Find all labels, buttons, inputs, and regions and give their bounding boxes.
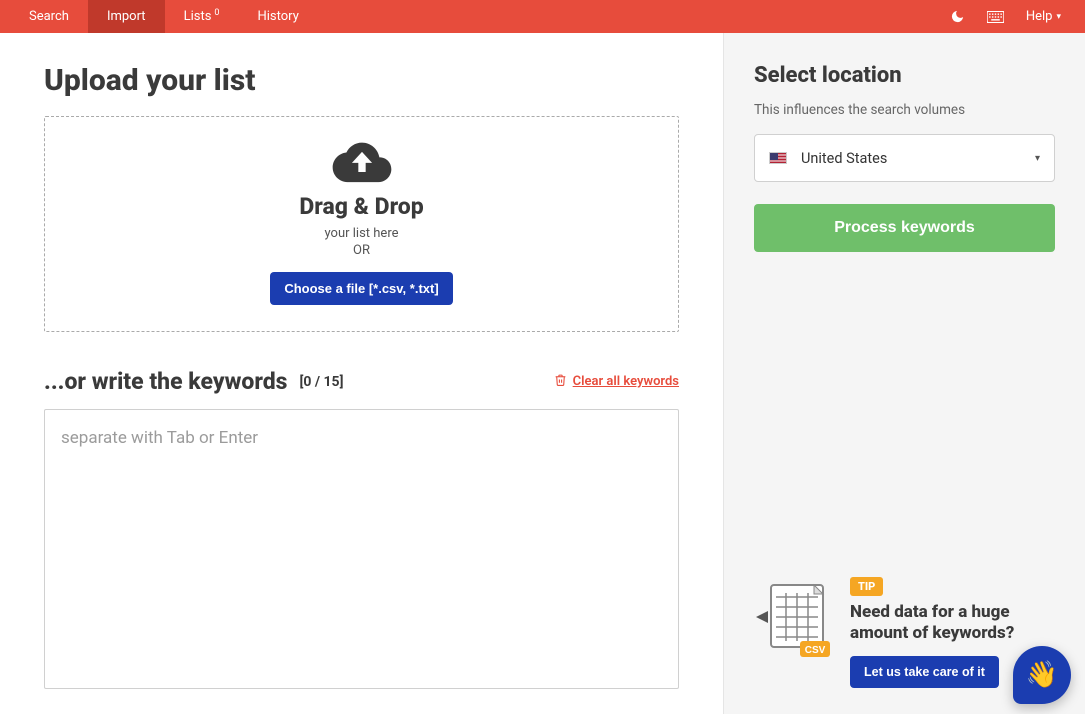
tip-badge: TIP (850, 577, 883, 596)
process-keywords-button[interactable]: Process keywords (754, 204, 1055, 252)
tip-cta-button[interactable]: Let us take care of it (850, 656, 999, 688)
choose-file-label: Choose a file [*.csv, *.txt] (284, 281, 438, 296)
keyboard-icon[interactable] (987, 11, 1004, 23)
dropzone[interactable]: Drag & Drop your list here OR Choose a f… (44, 116, 679, 332)
keyword-count: [0 / 15] (299, 374, 343, 390)
cloud-upload-icon (331, 139, 393, 183)
drag-drop-or: OR (55, 243, 668, 258)
nav-lists-badge: 0 (214, 8, 219, 18)
tip-block: CSV TIP Need data for a huge amount of k… (754, 575, 1055, 695)
caret-down-icon: ▾ (1035, 153, 1040, 164)
trash-icon (554, 372, 567, 391)
upload-title: Upload your list (44, 63, 679, 98)
nav-left: Search Import Lists0 History (10, 0, 318, 33)
nav-search[interactable]: Search (10, 0, 88, 33)
moon-icon[interactable] (950, 9, 965, 24)
csv-sheet-icon: CSV (754, 575, 836, 689)
clear-all-label: Clear all keywords (573, 374, 679, 389)
keywords-input[interactable]: separate with Tab or Enter (44, 409, 679, 689)
wave-hand-icon: 👋 (1026, 660, 1058, 690)
write-header: ...or write the keywords [0 / 15] Clear … (44, 368, 679, 395)
select-location-title: Select location (754, 63, 1055, 88)
main-panel: Upload your list Drag & Drop your list h… (0, 33, 723, 714)
clear-all-link[interactable]: Clear all keywords (554, 372, 679, 391)
sidebar: Select location This influences the sear… (723, 33, 1085, 714)
nav-right: Help ▾ (950, 9, 1075, 24)
us-flag-icon (769, 152, 787, 164)
nav-help[interactable]: Help ▾ (1026, 9, 1061, 24)
nav-history-label: History (257, 9, 298, 24)
top-nav: Search Import Lists0 History Help ▾ (0, 0, 1085, 33)
nav-lists-label: Lists (184, 9, 212, 24)
drag-drop-title: Drag & Drop (55, 193, 668, 220)
chat-bubble-button[interactable]: 👋 (1013, 646, 1071, 704)
drag-drop-sub: your list here (55, 226, 668, 241)
nav-history[interactable]: History (238, 0, 317, 33)
process-keywords-label: Process keywords (834, 219, 975, 236)
write-keywords-title: ...or write the keywords (44, 368, 287, 395)
svg-text:CSV: CSV (805, 645, 826, 656)
keywords-placeholder: separate with Tab or Enter (61, 428, 258, 448)
tip-cta-label: Let us take care of it (864, 665, 985, 679)
tip-title: Need data for a huge amount of keywords? (850, 602, 1055, 645)
nav-import-label: Import (107, 9, 146, 24)
nav-search-label: Search (29, 9, 69, 24)
choose-file-button[interactable]: Choose a file [*.csv, *.txt] (270, 272, 452, 305)
select-location-sub: This influences the search volumes (754, 102, 1055, 118)
location-label: United States (801, 150, 887, 167)
nav-help-label: Help (1026, 9, 1053, 24)
nav-import[interactable]: Import (88, 0, 165, 33)
nav-lists[interactable]: Lists0 (165, 0, 239, 33)
chevron-down-icon: ▾ (1056, 12, 1061, 22)
location-select[interactable]: United States ▾ (754, 134, 1055, 182)
